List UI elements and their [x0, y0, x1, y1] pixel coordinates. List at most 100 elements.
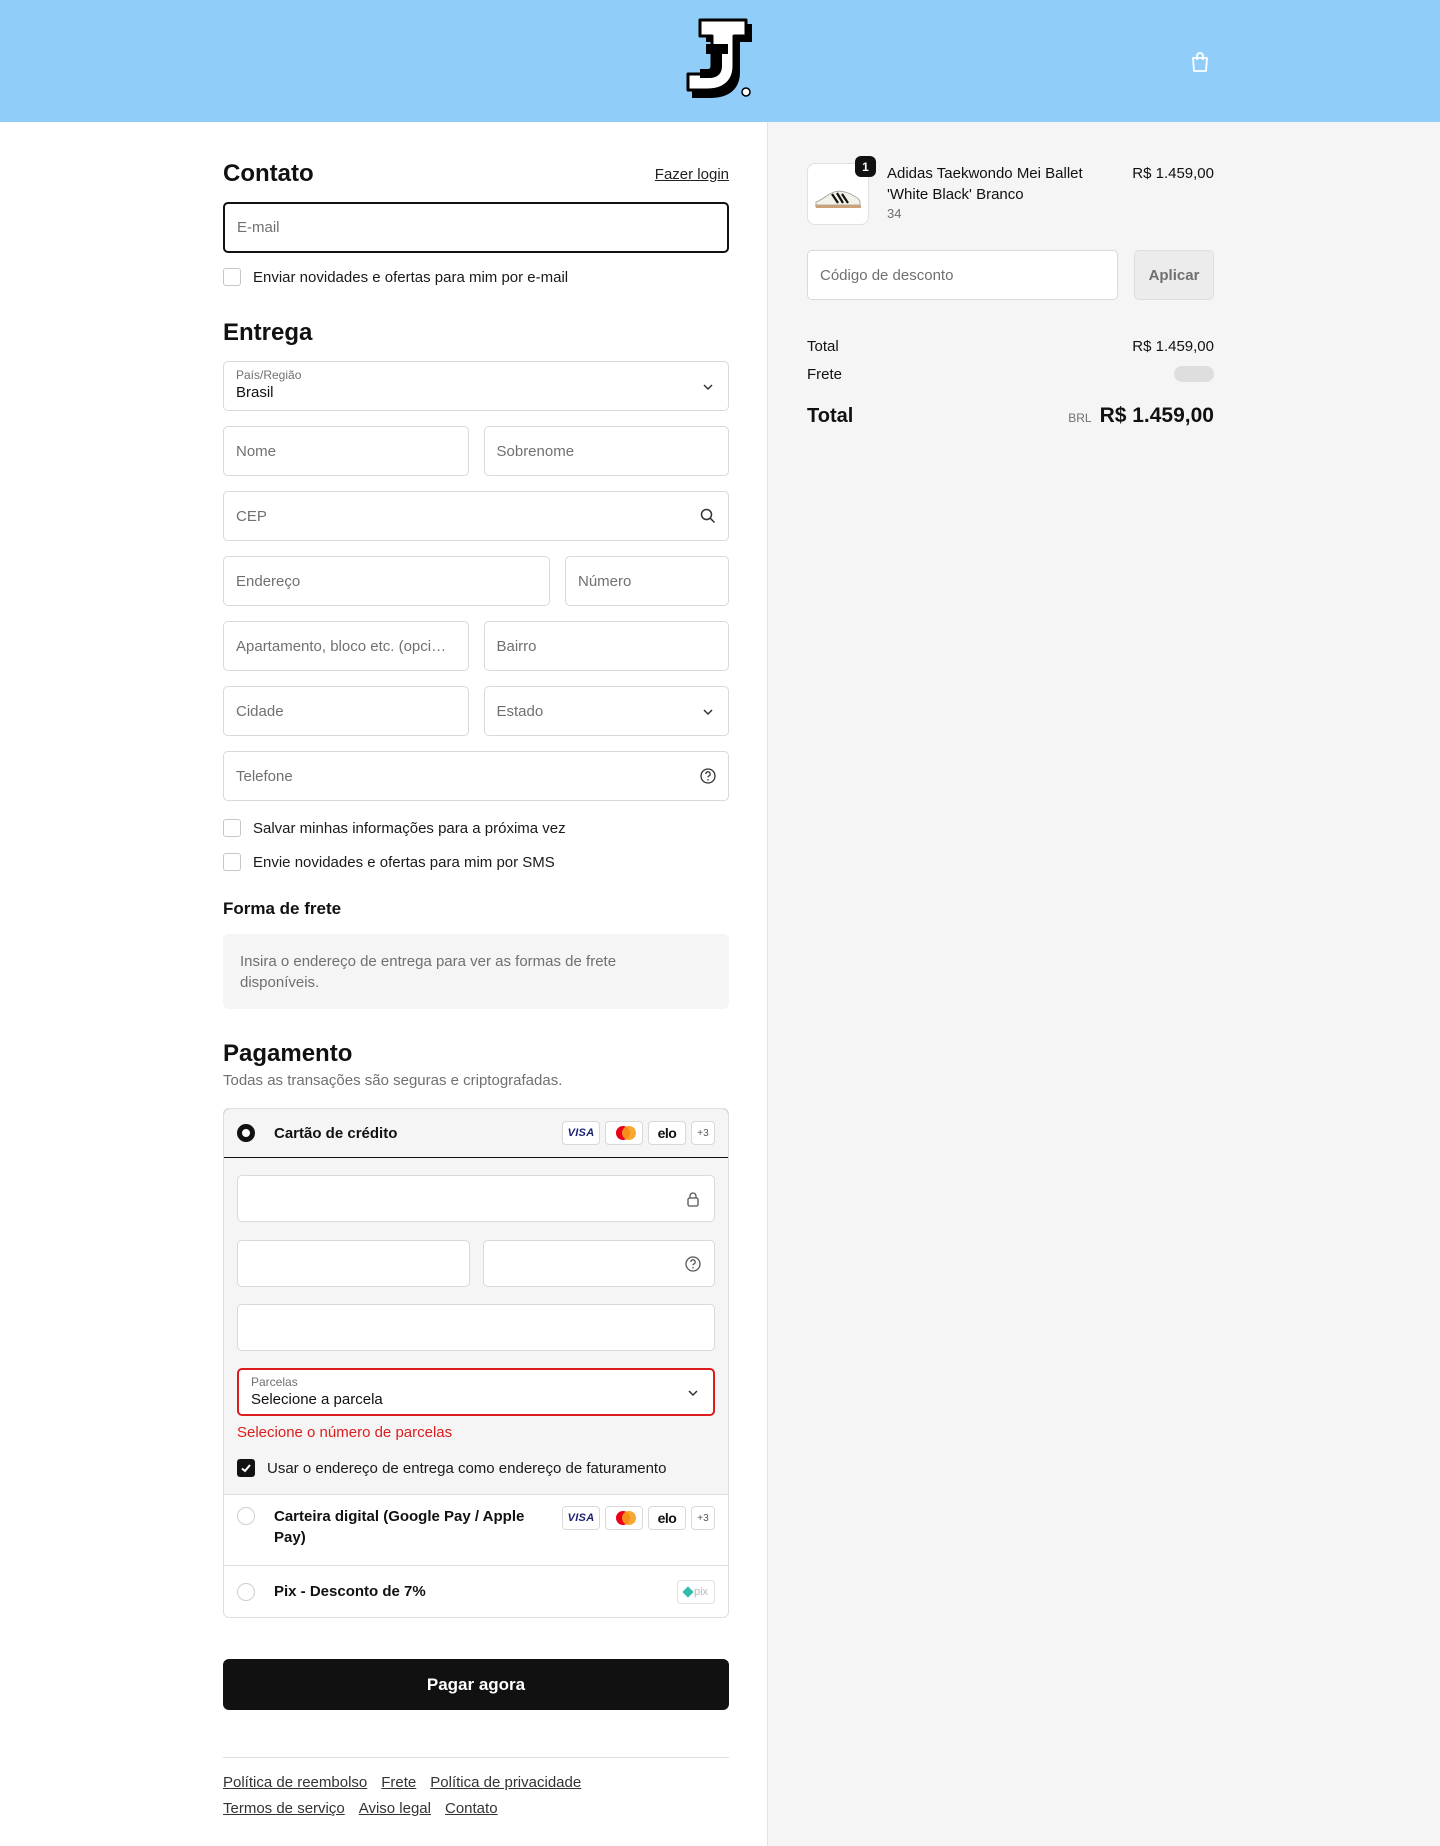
product-name: Adidas Taekwondo Mei Ballet 'White Black… — [887, 165, 1083, 203]
complement-row — [223, 621, 729, 671]
quantity-badge: 1 — [855, 156, 876, 177]
shipping-method-message: Insira o endereço de entrega para ver as… — [223, 934, 729, 1009]
sms-checkbox[interactable] — [223, 853, 241, 871]
card-holder-name-field[interactable] — [237, 1304, 715, 1351]
neighborhood-input[interactable] — [483, 621, 729, 671]
contact-title: Contato — [223, 160, 314, 187]
product-price: R$ 1.459,00 — [1132, 165, 1214, 182]
state-select[interactable]: Estado — [483, 686, 729, 736]
shipping-policy-link[interactable]: Frete — [381, 1770, 416, 1796]
terms-of-service-link[interactable]: Termos de serviço — [223, 1796, 345, 1822]
payment-title: Pagamento — [223, 1040, 353, 1067]
subtotal-row: Total R$ 1.459,00 — [807, 336, 1214, 356]
payment-subtitle: Todas as transações são seguras e cripto… — [223, 1072, 563, 1089]
billing-same-label: Usar o endereço de entrega como endereço… — [267, 1459, 667, 1477]
check-icon — [241, 1464, 251, 1473]
product-info: Adidas Taekwondo Mei Ballet 'White Black… — [887, 163, 1102, 223]
address-input[interactable] — [223, 556, 550, 606]
shopping-bag-icon[interactable] — [1188, 50, 1212, 74]
total-value: R$ 1.459,00 — [1099, 404, 1214, 427]
order-summary: 1 Adidas Taekwondo Mei Ballet 'White Bla… — [807, 156, 1214, 429]
total-label: Total — [807, 404, 854, 427]
payment-method-pix[interactable]: Pix - Desconto de 7% pix — [224, 1565, 728, 1617]
digital-wallet-brands: VISA elo +3 — [562, 1506, 715, 1530]
header — [0, 0, 1440, 122]
installments-label: Parcelas — [251, 1375, 298, 1389]
cep-field — [223, 491, 729, 541]
visa-label: VISA — [567, 1127, 595, 1139]
privacy-policy-link[interactable]: Política de privacidade — [430, 1770, 581, 1796]
discount-code-input[interactable] — [807, 250, 1118, 300]
installments-select[interactable]: Parcelas Selecione a parcela — [237, 1368, 715, 1416]
visa-label: VISA — [567, 1512, 595, 1524]
order-summary-panel: 1 Adidas Taekwondo Mei Ballet 'White Bla… — [767, 122, 1440, 1846]
pix-option: Pix - Desconto de 7% — [237, 1581, 426, 1602]
sms-label: Envie novidades e ofertas para mim por S… — [253, 853, 555, 871]
credit-card-brands: VISA elo +3 — [562, 1121, 715, 1145]
card-expiry-field[interactable] — [237, 1240, 470, 1287]
save-info-label: Salvar minhas informações para a próxima… — [253, 819, 566, 837]
billing-same-checkbox[interactable] — [237, 1459, 255, 1477]
pix-logo-text: pix — [693, 1585, 709, 1598]
checkout-form: Contato Fazer login Enviar novidades e o… — [223, 160, 729, 1822]
contact-link[interactable]: Contato — [445, 1796, 498, 1822]
email-input[interactable] — [223, 202, 729, 253]
help-circle-icon[interactable] — [699, 767, 717, 785]
digital-wallet-label: Carteira digital (Google Pay / Apple Pay… — [274, 1508, 525, 1546]
pay-now-button[interactable]: Pagar agora — [223, 1659, 729, 1710]
pix-radio[interactable] — [237, 1582, 255, 1601]
country-select[interactable]: País/Região Brasil — [223, 361, 729, 411]
payment-method-credit-card[interactable]: Cartão de crédito VISA elo +3 — [224, 1109, 728, 1158]
card-number-field[interactable] — [237, 1175, 715, 1222]
login-link[interactable]: Fazer login — [655, 166, 729, 183]
payment-methods: Cartão de crédito VISA elo +3 Parcelas S… — [223, 1108, 729, 1618]
elo-label: elo — [657, 1125, 677, 1141]
digital-wallet-radio[interactable] — [237, 1507, 255, 1525]
save-info-checkbox-row[interactable]: Salvar minhas informações para a próxima… — [223, 818, 729, 838]
total-row: Total BRL R$ 1.459,00 — [807, 403, 1214, 429]
payment-method-digital-wallet[interactable]: Carteira digital (Google Pay / Apple Pay… — [224, 1494, 728, 1565]
digital-wallet-option: Carteira digital (Google Pay / Apple Pay… — [237, 1506, 539, 1548]
refund-policy-link[interactable]: Política de reembolso — [223, 1770, 367, 1796]
newsletter-checkbox-row[interactable]: Enviar novidades e ofertas para mim por … — [223, 267, 729, 287]
newsletter-label: Enviar novidades e ofertas para mim por … — [253, 268, 569, 286]
mastercard-orange-circle — [622, 1511, 636, 1525]
visa-icon: VISA — [562, 1121, 600, 1145]
card-cvv-field[interactable] — [482, 1240, 715, 1287]
mastercard-icon — [605, 1506, 643, 1530]
installments-error: Selecione o número de parcelas — [237, 1424, 453, 1441]
last-name-input[interactable] — [483, 426, 729, 476]
brand-logo[interactable] — [680, 18, 760, 104]
phone-input[interactable] — [223, 751, 729, 801]
legal-notice-link[interactable]: Aviso legal — [359, 1796, 431, 1822]
delivery-title: Entrega — [223, 319, 313, 346]
credit-card-radio[interactable] — [237, 1124, 255, 1142]
complement-input[interactable] — [223, 621, 469, 671]
mastercard-orange-circle — [622, 1126, 636, 1140]
product-thumbnail: 1 — [807, 156, 876, 225]
total-amount: BRL R$ 1.459,00 — [1068, 404, 1214, 428]
city-input[interactable] — [223, 686, 469, 736]
first-name-input[interactable] — [223, 426, 469, 476]
search-icon[interactable] — [699, 507, 717, 525]
more-brands-badge: +3 — [691, 1506, 715, 1530]
country-value: Brasil — [236, 384, 274, 401]
visa-icon: VISA — [562, 1506, 600, 1530]
sms-checkbox-row[interactable]: Envie novidades e ofertas para mim por S… — [223, 852, 729, 872]
number-input[interactable] — [565, 556, 729, 606]
footer-links: Política de reembolso Frete Política de … — [223, 1770, 643, 1822]
help-circle-icon[interactable] — [684, 1255, 702, 1273]
cep-input[interactable] — [223, 491, 729, 541]
apply-discount-button[interactable]: Aplicar — [1134, 250, 1214, 300]
shipping-value-loading — [1174, 366, 1214, 382]
product-variant: 34 — [887, 206, 902, 221]
billing-same-checkbox-row[interactable]: Usar o endereço de entrega como endereço… — [237, 1458, 715, 1478]
save-info-checkbox[interactable] — [223, 819, 241, 837]
contact-header: Contato Fazer login — [223, 160, 729, 188]
checkout-page: 1 Adidas Taekwondo Mei Ballet 'White Bla… — [0, 122, 1440, 1846]
elo-label: elo — [657, 1510, 677, 1526]
subtotal-label: Total — [807, 337, 839, 355]
chevron-down-icon — [688, 1390, 698, 1397]
discount-row: Aplicar — [807, 250, 1214, 300]
newsletter-checkbox[interactable] — [223, 268, 241, 286]
